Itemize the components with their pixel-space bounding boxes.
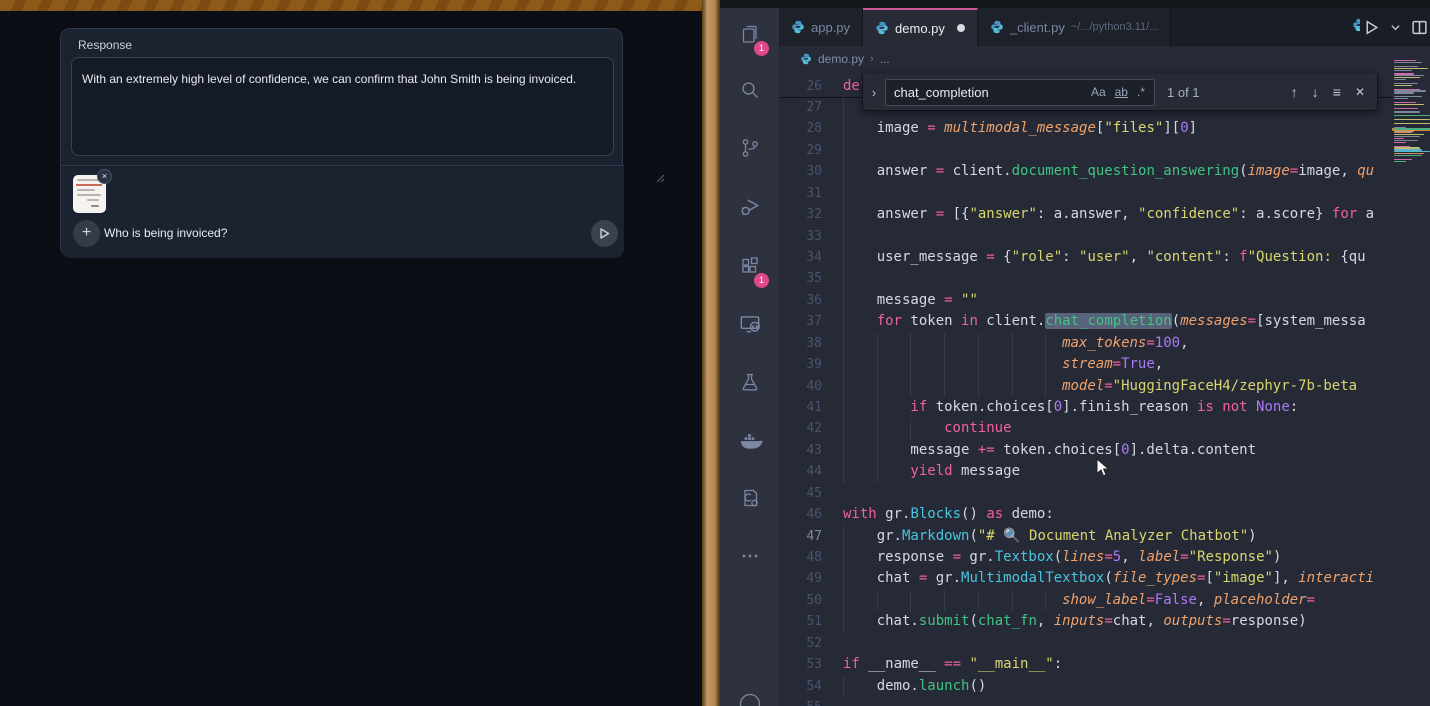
regex-toggle[interactable]: .* xyxy=(1137,85,1145,99)
source-control-icon[interactable] xyxy=(720,124,779,172)
code-line[interactable]: 28image = multimodal_message["files"][0] xyxy=(779,118,1392,140)
modified-dot-icon[interactable] xyxy=(957,24,965,32)
desktop-wallpaper-strip xyxy=(702,0,720,706)
tab-app-py[interactable]: app.py xyxy=(779,8,863,46)
code-line[interactable]: 29 xyxy=(779,140,1392,162)
search-icon[interactable] xyxy=(720,66,779,114)
find-widget: › chat_completion Aa ab .* 1 of 1 ↑ ↓ ≡ … xyxy=(862,74,1378,111)
run-dropdown-chevron-icon[interactable] xyxy=(1390,22,1401,33)
minimap[interactable] xyxy=(1392,46,1430,706)
find-input[interactable]: chat_completion Aa ab .* xyxy=(885,79,1155,106)
response-label: Response xyxy=(78,38,132,52)
python-icon xyxy=(990,20,1004,34)
code-line[interactable]: 48response = gr.Textbox(lines=5, label="… xyxy=(779,547,1392,569)
find-next-icon[interactable]: ↓ xyxy=(1312,84,1319,100)
extensions-badge: 1 xyxy=(754,273,769,288)
code-line[interactable]: 42continue xyxy=(779,418,1392,440)
send-button[interactable] xyxy=(591,220,618,247)
add-file-button[interactable]: + xyxy=(73,220,100,247)
tab-label: demo.py xyxy=(895,21,945,36)
resize-handle-icon[interactable] xyxy=(655,173,665,183)
split-editor-icon[interactable] xyxy=(1411,19,1428,36)
mouse-cursor xyxy=(1096,458,1112,478)
code-line[interactable]: 39stream=True, xyxy=(779,354,1392,376)
activity-bar: 1 1 xyxy=(720,8,779,706)
match-case-toggle[interactable]: Aa xyxy=(1091,85,1106,99)
send-arrow-icon xyxy=(598,227,611,240)
chat-input[interactable]: Who is being invoiced? xyxy=(104,226,544,240)
titlebar-strip xyxy=(720,0,1430,8)
docker-icon[interactable] xyxy=(720,416,779,464)
code-line[interactable]: 54demo.launch() xyxy=(779,676,1392,698)
code-line[interactable]: 51chat.submit(chat_fn, inputs=chat, outp… xyxy=(779,611,1392,633)
multimodal-textbox: × + Who is being invoiced? xyxy=(61,166,624,258)
code-line[interactable]: 52 xyxy=(779,633,1392,655)
tab-label: _client.py xyxy=(1010,20,1065,35)
code-line[interactable]: 40model="HuggingFaceH4/zephyr-7b-beta xyxy=(779,376,1392,398)
code-line[interactable]: 30answer = client.document_question_answ… xyxy=(779,161,1392,183)
python-icon xyxy=(791,20,805,34)
tab-label: app.py xyxy=(811,20,850,35)
code-line[interactable]: 36message = "" xyxy=(779,290,1392,312)
extensions-icon[interactable]: 1 xyxy=(720,242,779,290)
code-line[interactable]: 34user_message = {"role": "user", "conte… xyxy=(779,247,1392,269)
run-python-file-icon[interactable] xyxy=(1363,19,1380,36)
code-line[interactable]: 47gr.Markdown("# 🔍 Document Analyzer Cha… xyxy=(779,526,1392,548)
code-line[interactable]: 55 xyxy=(779,697,1392,706)
response-textarea[interactable]: With an extremely high level of confiden… xyxy=(71,57,614,156)
remote-explorer-icon[interactable] xyxy=(720,300,779,348)
dev-container-icon[interactable] xyxy=(720,474,779,522)
gradio-panel: Response With an extremely high level of… xyxy=(60,28,623,257)
tab-bar: app.py demo.py _client.py ~/.../python3.… xyxy=(779,8,1430,46)
screen: Response With an extremely high level of… xyxy=(0,0,1430,706)
code-line[interactable]: 53if __name__ == "__main__": xyxy=(779,654,1392,676)
find-match-count: 1 of 1 xyxy=(1167,85,1200,100)
find-expand-icon[interactable]: › xyxy=(863,85,885,100)
account-icon[interactable] xyxy=(720,692,779,706)
code-line[interactable]: 44yield message xyxy=(779,461,1392,483)
code-line[interactable]: 37for token in client.chat_completion(me… xyxy=(779,311,1392,333)
code-line[interactable]: 49chat = gr.MultimodalTextbox(file_types… xyxy=(779,568,1392,590)
overflow-tab-python-icon xyxy=(1352,18,1360,36)
tab-demo-py[interactable]: demo.py xyxy=(863,8,978,46)
window-top-bar xyxy=(0,0,702,11)
tab-description: ~/.../python3.11/... xyxy=(1071,21,1159,33)
find-close-icon[interactable]: ✕ xyxy=(1355,85,1365,99)
explorer-badge: 1 xyxy=(754,41,769,56)
vscode-window: 1 1 xyxy=(720,0,1430,706)
more-views-icon[interactable] xyxy=(720,532,779,580)
run-debug-icon[interactable] xyxy=(720,182,779,230)
code-line[interactable]: 31 xyxy=(779,183,1392,205)
code-line[interactable]: 50show_label=False, placeholder= xyxy=(779,590,1392,612)
python-icon xyxy=(875,21,889,35)
whole-word-toggle[interactable]: ab xyxy=(1115,85,1128,99)
explorer-icon[interactable]: 1 xyxy=(720,10,779,58)
find-query[interactable]: chat_completion xyxy=(886,85,1091,100)
code-line[interactable]: 43message += token.choices[0].delta.cont… xyxy=(779,440,1392,462)
editor-actions xyxy=(1360,8,1430,46)
remove-attachment-button[interactable]: × xyxy=(97,169,112,184)
tab-client-py[interactable]: _client.py ~/.../python3.11/... xyxy=(978,8,1171,46)
code-line[interactable]: 45 xyxy=(779,483,1392,505)
find-in-selection-icon[interactable]: ≡ xyxy=(1333,84,1341,100)
code-line[interactable]: 38max_tokens=100, xyxy=(779,333,1392,355)
code-line[interactable]: 41if token.choices[0].finish_reason is n… xyxy=(779,397,1392,419)
code-line[interactable]: 35 xyxy=(779,268,1392,290)
code-line[interactable]: 33 xyxy=(779,226,1392,248)
find-previous-icon[interactable]: ↑ xyxy=(1291,84,1298,100)
code-line[interactable]: 32answer = [{"answer": a.answer, "confid… xyxy=(779,204,1392,226)
gradio-app-window: Response With an extremely high level of… xyxy=(0,0,702,706)
code-editor[interactable]: 26def2728image = multimodal_message["fil… xyxy=(779,46,1392,706)
testing-icon[interactable] xyxy=(720,358,779,406)
code-line[interactable]: 46with gr.Blocks() as demo: xyxy=(779,504,1392,526)
